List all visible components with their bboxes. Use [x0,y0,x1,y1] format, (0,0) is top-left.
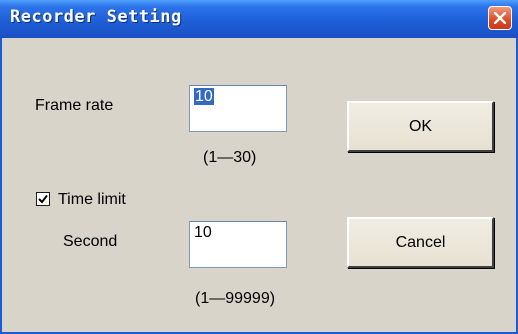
title-bar[interactable]: Recorder Setting [0,0,518,38]
second-input[interactable]: 10 [189,221,287,268]
frame-rate-range: (1—30) [203,149,257,166]
frame-rate-value: 10 [194,88,214,105]
time-limit-checkbox[interactable] [36,192,50,206]
time-limit-label[interactable]: Time limit [58,191,126,209]
close-button[interactable] [488,6,512,30]
checkmark-icon [38,194,48,204]
cancel-button[interactable]: Cancel [347,217,494,268]
frame-rate-label: Frame rate [35,97,114,114]
ok-button[interactable]: OK [347,101,494,152]
second-value: 10 [194,224,212,241]
frame-rate-input[interactable]: 10 [189,85,287,132]
close-icon [494,12,506,24]
dialog-title: Recorder Setting [10,7,182,27]
second-label: Second [63,233,118,250]
recorder-setting-dialog: Recorder Setting Frame rate 10 (1—30) OK… [0,0,518,334]
second-range: (1—99999) [195,290,276,307]
